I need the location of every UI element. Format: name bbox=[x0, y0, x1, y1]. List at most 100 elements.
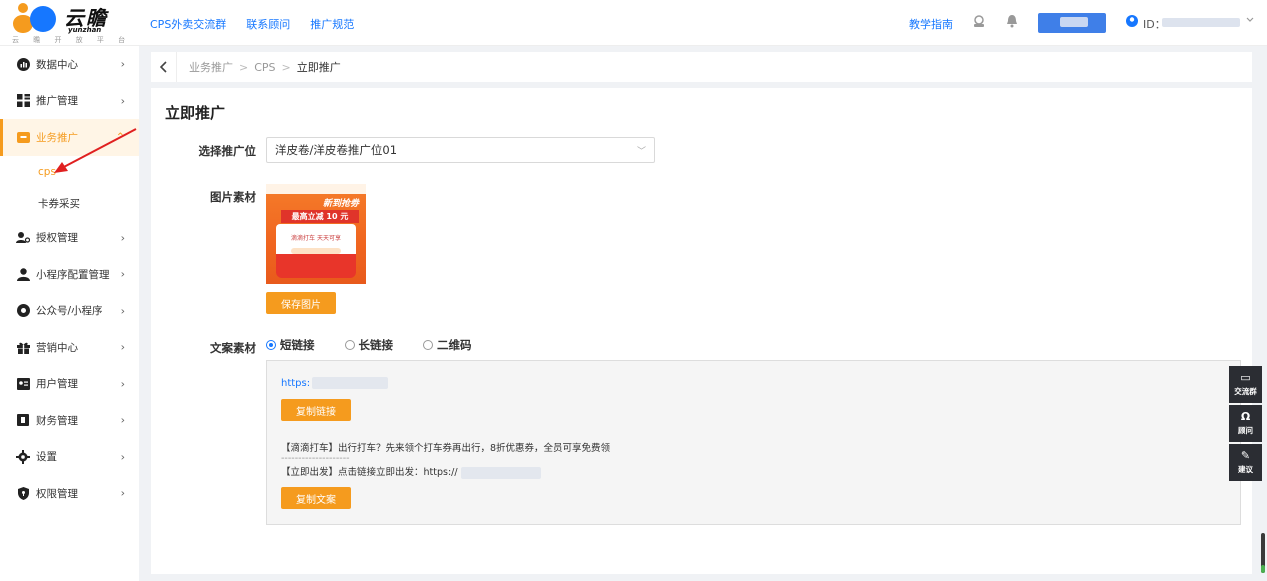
id-card-icon bbox=[16, 377, 30, 391]
copy-material-box: https: 复制链接 【滴滴打车】出行打车？先来领个打车券再出行，8折优惠券，… bbox=[266, 360, 1241, 525]
radio-dot bbox=[344, 340, 355, 350]
sidebar-item-user-management[interactable]: 用户管理 › bbox=[0, 366, 139, 403]
chevron-right-icon: › bbox=[120, 450, 125, 464]
sidebar-item-official-account[interactable]: 公众号/小程序 › bbox=[0, 293, 139, 330]
breadcrumb: 业务推广 > CPS > 立即推广 bbox=[177, 59, 341, 75]
bell-icon[interactable] bbox=[1004, 14, 1020, 30]
floating-toolbar: ▭ 交流群 Ω 顾问 ✎ 建议 bbox=[1229, 366, 1262, 483]
brand-name-en: yunzhan bbox=[68, 26, 102, 34]
radio-short-link[interactable]: 短链接 bbox=[266, 337, 315, 353]
short-link[interactable]: https: bbox=[281, 377, 389, 389]
sidebar-item-label: 财务管理 bbox=[36, 414, 78, 427]
sidebar-item-label: 数据中心 bbox=[36, 58, 78, 71]
sidebar-item-label: 授权管理 bbox=[36, 232, 78, 245]
promotion-slot-select[interactable]: 洋皮卷/洋皮卷推广位01 ﹀ bbox=[266, 137, 655, 163]
copy-link-button[interactable]: 复制链接 bbox=[281, 399, 351, 421]
sidebar-item-finance[interactable]: 财务管理 › bbox=[0, 402, 139, 439]
sidebar-subitem-cps[interactable]: cps bbox=[0, 156, 139, 188]
chevron-left-icon bbox=[159, 61, 167, 73]
sidebar-item-label: 营销中心 bbox=[36, 341, 78, 354]
sidebar-item-authorization[interactable]: 授权管理 › bbox=[0, 220, 139, 257]
save-image-button[interactable]: 保存图片 bbox=[266, 292, 336, 314]
headset-icon: Ω bbox=[1240, 410, 1251, 423]
breadcrumb-current: 立即推广 bbox=[296, 61, 341, 74]
sidebar-item-label: 公众号/小程序 bbox=[36, 305, 103, 318]
user-id-blurred bbox=[1162, 18, 1240, 27]
chevron-right-icon: › bbox=[120, 57, 125, 71]
user-key-icon bbox=[16, 231, 30, 245]
sidebar-item-label: 小程序配置管理 bbox=[36, 268, 110, 281]
chevron-right-icon: › bbox=[120, 486, 125, 500]
link-text: https: bbox=[281, 377, 311, 389]
chevron-down-icon[interactable] bbox=[1242, 14, 1258, 30]
back-button[interactable] bbox=[151, 52, 177, 82]
chevron-right-icon: › bbox=[120, 377, 125, 391]
select-value: 洋皮卷/洋皮卷推广位01 bbox=[275, 143, 398, 157]
breadcrumb-separator: > bbox=[239, 60, 249, 74]
edit-icon: ✎ bbox=[1240, 449, 1251, 462]
chevron-right-icon: › bbox=[120, 231, 125, 245]
sidebar-item-label: 权限管理 bbox=[36, 487, 78, 500]
chart-icon bbox=[16, 57, 30, 71]
account-badge[interactable] bbox=[1038, 13, 1106, 33]
copy-material-label: 文案素材 bbox=[210, 341, 256, 355]
logo[interactable]: 云瞻 yunzhan 云 瞻 开 放 平 台 bbox=[12, 2, 125, 44]
sidebar-item-settings[interactable]: 设置 › bbox=[0, 439, 139, 476]
sidebar-item-miniprogram-config[interactable]: 小程序配置管理 › bbox=[0, 256, 139, 293]
logo-mark bbox=[18, 3, 28, 13]
main-panel: 立即推广 选择推广位 洋皮卷/洋皮卷推广位01 ﹀ 图片素材 新到抢劵 最高立减… bbox=[151, 88, 1252, 574]
sidebar-item-business-promotion[interactable]: 业务推广 ⌃ bbox=[0, 119, 139, 156]
advisor-button[interactable]: Ω 顾问 bbox=[1229, 405, 1262, 442]
sidebar-subitem-coupon-purchase[interactable]: 卡券采买 bbox=[0, 188, 139, 220]
link-cps-group[interactable]: CPS外卖交流群 bbox=[150, 16, 226, 32]
poster-header bbox=[266, 184, 366, 194]
link-type-radio-group: 短链接 长链接 二维码 bbox=[266, 337, 472, 353]
copy-text-divider: -------------------- bbox=[281, 453, 350, 464]
sidebar-item-label: 设置 bbox=[36, 451, 57, 464]
copy-text-button[interactable]: 复制文案 bbox=[281, 487, 351, 509]
float-label: 交流群 bbox=[1234, 387, 1257, 396]
logo-mark bbox=[30, 6, 56, 32]
float-label: 建议 bbox=[1238, 465, 1253, 474]
gift-icon bbox=[16, 340, 30, 354]
sidebar-item-permission[interactable]: 权限管理 › bbox=[0, 475, 139, 512]
suggestion-button[interactable]: ✎ 建议 bbox=[1229, 444, 1262, 481]
radio-label: 短链接 bbox=[280, 338, 315, 352]
radio-qrcode[interactable]: 二维码 bbox=[423, 337, 472, 353]
breadcrumb-separator: > bbox=[281, 60, 291, 74]
breadcrumb-item[interactable]: CPS bbox=[254, 61, 275, 74]
link-blurred bbox=[460, 466, 541, 479]
wechat-icon bbox=[16, 304, 30, 318]
top-bar: 云瞻 yunzhan 云 瞻 开 放 平 台 CPS外卖交流群 联系顾问 推广规… bbox=[0, 0, 1267, 46]
avatar-icon[interactable] bbox=[1124, 14, 1140, 30]
scroll-indicator[interactable] bbox=[1261, 533, 1265, 573]
lock-icon bbox=[16, 486, 30, 500]
breadcrumb-item[interactable]: 业务推广 bbox=[189, 59, 233, 75]
sidebar: 数据中心 › 推广管理 › 业务推广 ⌃ cps 卡券采买 授权管理 › 小程序… bbox=[0, 46, 139, 581]
copy-text-line: 【滴滴打车】出行打车？先来领个打车券再出行，8折优惠券，全员可享免费领 bbox=[281, 443, 611, 454]
radio-dot bbox=[266, 340, 276, 350]
link-blurred bbox=[312, 377, 389, 389]
chevron-right-icon: › bbox=[120, 94, 125, 108]
briefcase-icon bbox=[16, 130, 30, 144]
service-icon[interactable] bbox=[971, 14, 987, 30]
chevron-right-icon: › bbox=[120, 304, 125, 318]
radio-long-link[interactable]: 长链接 bbox=[344, 337, 393, 353]
radio-dot bbox=[423, 340, 433, 350]
float-label: 顾问 bbox=[1238, 426, 1253, 435]
sidebar-item-data-center[interactable]: 数据中心 › bbox=[0, 46, 139, 83]
link-contact-advisor[interactable]: 联系顾问 bbox=[246, 16, 290, 32]
gear-icon bbox=[16, 449, 30, 464]
link-promotion-rules[interactable]: 推广规范 bbox=[310, 16, 354, 32]
sidebar-item-marketing-center[interactable]: 营销中心 › bbox=[0, 329, 139, 366]
promo-poster-image: 新到抢劵 最高立减 10 元 滴滴打车 天天可享 bbox=[266, 184, 366, 284]
chevron-right-icon: › bbox=[120, 267, 125, 281]
account-badge-text-blurred bbox=[1060, 17, 1088, 27]
poster-envelope bbox=[276, 254, 356, 278]
exchange-group-button[interactable]: ▭ 交流群 bbox=[1229, 366, 1262, 403]
breadcrumb-bar: 业务推广 > CPS > 立即推广 bbox=[151, 52, 1252, 82]
sidebar-item-label: 用户管理 bbox=[36, 378, 78, 391]
sidebar-item-promotion-management[interactable]: 推广管理 › bbox=[0, 83, 139, 120]
image-material-label: 图片素材 bbox=[210, 190, 256, 204]
link-teaching-guide[interactable]: 教学指南 bbox=[909, 16, 953, 32]
